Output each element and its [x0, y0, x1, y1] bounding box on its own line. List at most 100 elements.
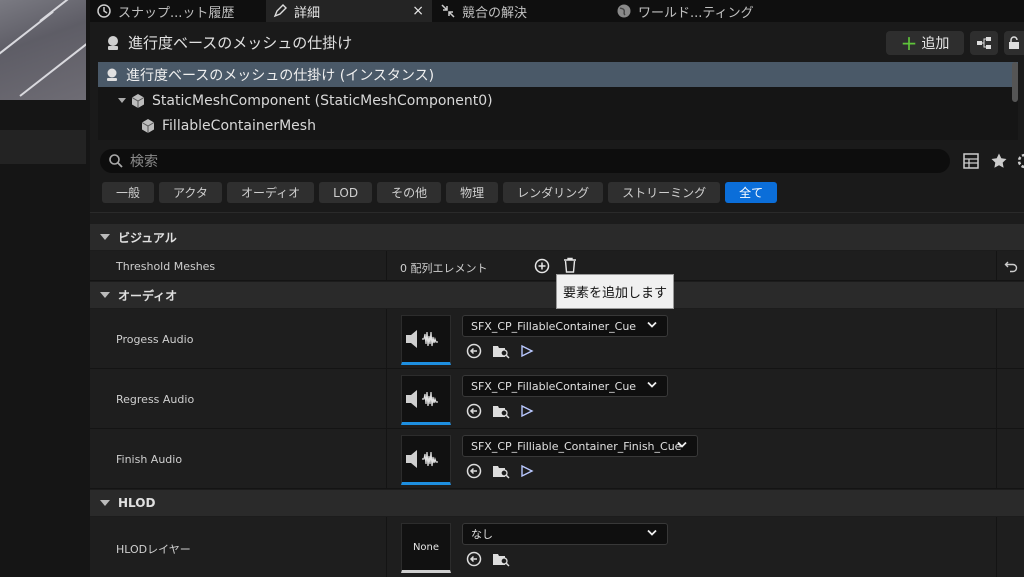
browse-folder-icon[interactable]: [492, 463, 510, 479]
tab-conflict-resolution[interactable]: 競合の解決: [440, 0, 608, 22]
close-icon[interactable]: ×: [412, 3, 424, 19]
property-label: Threshold Meshes: [116, 260, 216, 273]
property-label: HLODレイヤー: [116, 543, 191, 556]
plus-icon: +: [900, 31, 918, 55]
play-icon[interactable]: [520, 404, 534, 418]
details-panel: スナップ...ット履歴 詳細 × 競合の解決 ワールド...ティング 進行度ベー…: [90, 0, 1024, 577]
section-title: HLOD: [118, 496, 156, 510]
table-view-icon[interactable]: [962, 152, 980, 170]
tab-snapshot-history[interactable]: スナップ...ット履歴: [96, 0, 264, 22]
chevron-down-icon: [647, 321, 657, 328]
hierarchy-icon: [977, 37, 991, 49]
dropdown-value: SFX_CP_FillableContainer_Cue: [471, 379, 637, 393]
sound-thumbnail[interactable]: [401, 375, 451, 425]
collapse-arrow-icon: [100, 234, 110, 240]
section-hlod[interactable]: HLOD: [90, 490, 1024, 516]
sound-thumbnail[interactable]: [401, 435, 451, 485]
filter-physics[interactable]: 物理: [446, 182, 499, 203]
sound-wave-icon: [406, 330, 438, 348]
gear-icon[interactable]: [1016, 152, 1024, 170]
tree-item-label: StaticMeshComponent (StaticMeshComponent…: [152, 92, 493, 109]
tab-label: スナップ...ット履歴: [118, 5, 235, 21]
use-selected-icon[interactable]: [466, 551, 482, 567]
lock-button[interactable]: [1004, 31, 1024, 55]
chevron-down-icon: [647, 529, 657, 536]
use-selected-icon[interactable]: [466, 463, 482, 479]
tooltip-add-element: 要素を追加します: [556, 274, 674, 309]
play-icon[interactable]: [520, 344, 534, 358]
property-row-finish-audio: Finish Audio SFX_CP_Filliable_Container_…: [90, 429, 1024, 489]
tab-world-partition[interactable]: ワールド...ティング: [616, 0, 796, 22]
cube-icon: [131, 93, 145, 108]
expand-arrow-icon[interactable]: [118, 98, 126, 103]
sound-asset-dropdown[interactable]: SFX_CP_FillableContainer_Cue: [462, 375, 668, 397]
asset-thumbnail[interactable]: None: [401, 523, 451, 573]
add-component-button[interactable]: + 追加: [886, 31, 964, 55]
section-title: オーディオ: [118, 288, 178, 303]
add-element-icon[interactable]: [534, 258, 550, 274]
dropdown-value: SFX_CP_Filliable_Container_Finish_Cue: [471, 439, 682, 453]
tree-item-static-mesh-component[interactable]: StaticMeshComponent (StaticMeshComponent…: [98, 88, 1018, 113]
history-icon: [97, 4, 111, 18]
property-row-regress-audio: Regress Audio SFX_CP_FillableContainer_C…: [90, 369, 1024, 429]
pencil-icon: [273, 4, 287, 18]
tab-details[interactable]: 詳細 ×: [266, 0, 432, 22]
asset-actions: [466, 463, 534, 479]
tree-item-instance[interactable]: 進行度ベースのメッシュの仕掛け (インスタンス): [98, 62, 1018, 87]
component-tree: 進行度ベースのメッシュの仕掛け (インスタンス) StaticMeshCompo…: [98, 62, 1018, 140]
filter-all[interactable]: 全て: [725, 182, 778, 203]
sound-wave-icon: [406, 390, 438, 408]
reset-icon[interactable]: [1004, 259, 1018, 273]
collapse-arrow-icon: [100, 500, 110, 506]
search-placeholder: 検索: [130, 154, 158, 170]
browse-folder-icon[interactable]: [492, 403, 510, 419]
actor-icon: [107, 68, 117, 81]
thumbnail-label: None: [412, 541, 440, 553]
tree-item-label: FillableContainerMesh: [162, 117, 316, 134]
sound-thumbnail[interactable]: [401, 315, 451, 365]
use-selected-icon[interactable]: [466, 403, 482, 419]
filter-rendering[interactable]: レンダリング: [503, 182, 604, 203]
filter-streaming[interactable]: ストリーミング: [608, 182, 721, 203]
property-list: ビジュアル Threshold Meshes 0 配列エレメント オーディオ P…: [90, 212, 1024, 577]
tree-item-fillable-container-mesh[interactable]: FillableContainerMesh: [98, 113, 1018, 138]
filter-misc[interactable]: その他: [377, 182, 442, 203]
sound-asset-dropdown[interactable]: SFX_CP_Filliable_Container_Finish_Cue: [462, 435, 698, 457]
trash-icon[interactable]: [562, 257, 578, 274]
page-title: 進行度ベースのメッシュの仕掛け: [128, 34, 353, 52]
browse-folder-icon[interactable]: [492, 343, 510, 359]
section-title: ビジュアル: [118, 230, 177, 245]
globe-icon: [617, 4, 631, 18]
property-row-progress-audio: Progess Audio SFX_CP_FillableContainer_C…: [90, 309, 1024, 369]
browse-folder-icon[interactable]: [492, 551, 510, 567]
dropdown-value: なし: [471, 528, 493, 541]
tab-label: 詳細: [294, 5, 321, 21]
search-icon: [109, 154, 123, 168]
lock-icon: [1009, 36, 1019, 49]
search-input[interactable]: 検索: [100, 149, 950, 173]
tab-bar: スナップ...ット履歴 詳細 × 競合の解決 ワールド...ティング: [90, 0, 1024, 22]
tree-item-label: 進行度ベースのメッシュの仕掛け (インスタンス): [126, 67, 435, 84]
tree-scrollbar[interactable]: [1012, 62, 1018, 102]
cube-icon: [141, 118, 155, 133]
asset-actions: [466, 551, 510, 567]
collapse-arrow-icon: [100, 292, 110, 298]
filter-lod[interactable]: LOD: [319, 182, 373, 203]
star-icon[interactable]: [990, 152, 1008, 170]
hlod-layer-dropdown[interactable]: なし: [462, 523, 668, 545]
filter-audio[interactable]: オーディオ: [226, 182, 315, 203]
play-icon[interactable]: [520, 464, 534, 478]
actor-icon: [108, 36, 118, 50]
property-label: Regress Audio: [116, 393, 195, 406]
blueprint-button[interactable]: [970, 31, 998, 55]
use-selected-icon[interactable]: [466, 343, 482, 359]
property-label: Progess Audio: [116, 333, 194, 346]
property-label: Finish Audio: [116, 453, 183, 466]
sound-asset-dropdown[interactable]: SFX_CP_FillableContainer_Cue: [462, 315, 668, 337]
left-panel: [0, 100, 86, 576]
filter-actor[interactable]: アクタ: [159, 182, 222, 203]
filter-general[interactable]: 一般: [102, 182, 155, 203]
tab-label: ワールド...ティング: [638, 5, 754, 21]
section-visual[interactable]: ビジュアル: [90, 224, 1024, 250]
asset-actions: [466, 403, 534, 419]
